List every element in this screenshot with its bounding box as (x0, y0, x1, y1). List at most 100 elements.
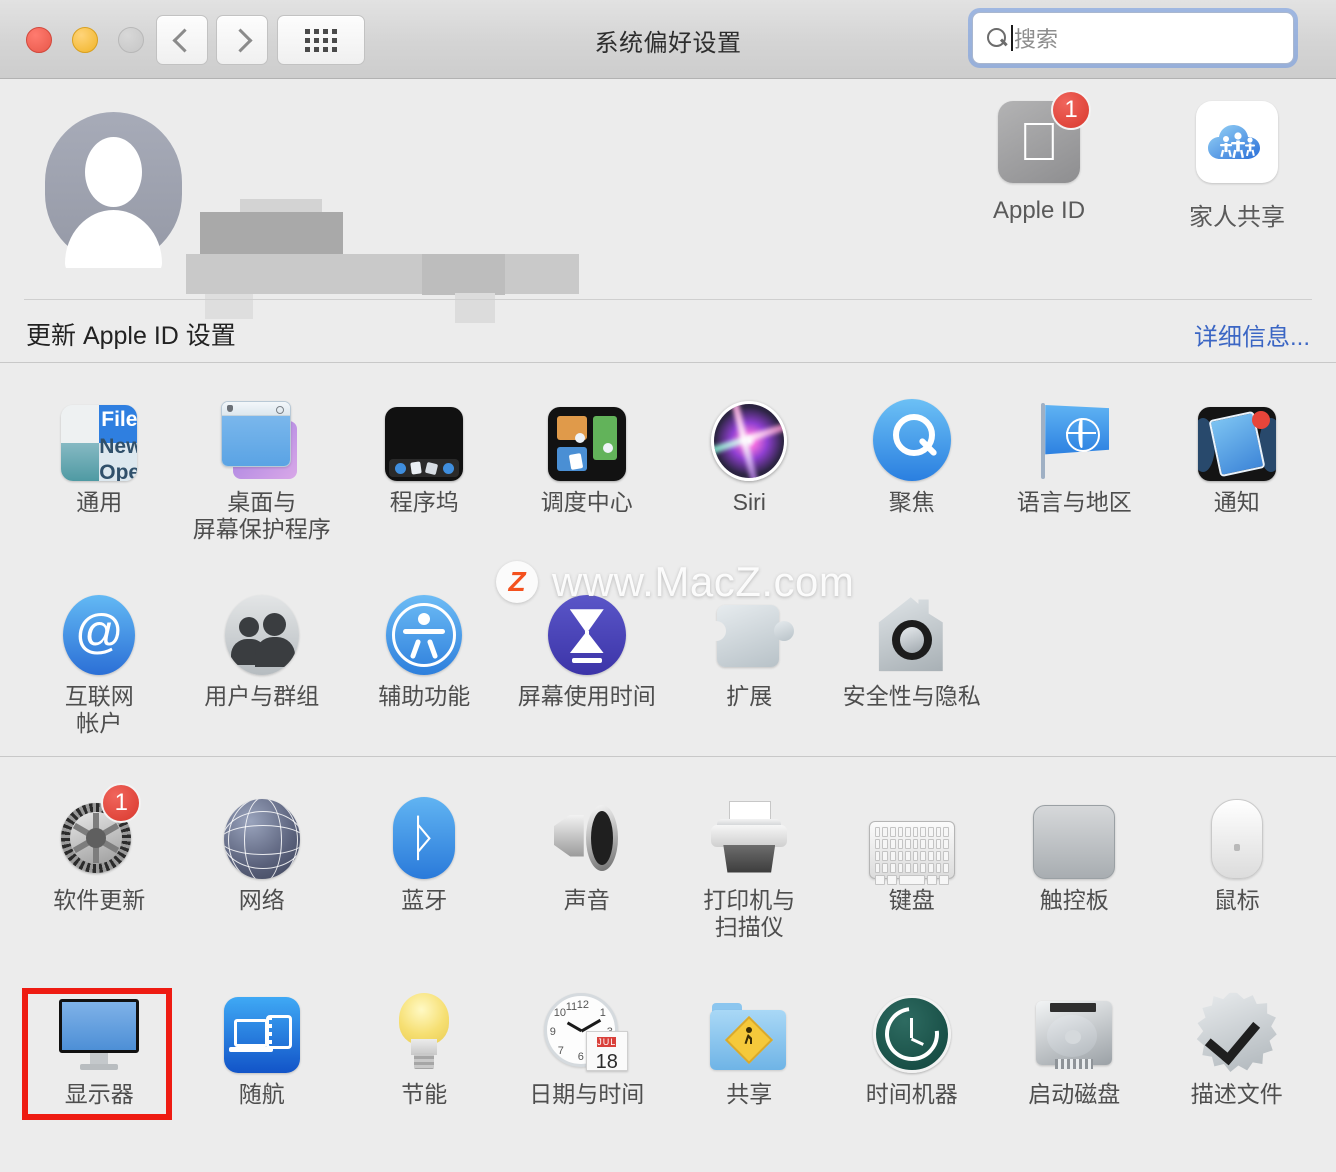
prefpane-extensions[interactable]: 扩展 (668, 579, 831, 737)
prefpane-label: 扩展 (726, 683, 773, 710)
prefpane-row: 显示器 随航 节能 12 1 6 7 9 10 11 JUL 18 日期与时间 … (18, 977, 1318, 1108)
general-icon: File New Ope (61, 405, 138, 481)
mission-control-icon (547, 407, 626, 481)
prefpane-label: 屏幕使用时间 (517, 683, 656, 710)
screen-time-icon (547, 595, 626, 676)
prefpane-dock[interactable]: 程序坞 (343, 385, 506, 543)
printers-scanners-icon (707, 799, 791, 879)
spotlight-icon (872, 399, 951, 481)
time-machine-icon (872, 994, 951, 1073)
prefpane-siri[interactable]: Siri (668, 385, 831, 543)
search-icon (987, 28, 1007, 48)
prefpane-label: 启动磁盘 (1028, 1080, 1121, 1107)
prefpane-label: 随航 (238, 1080, 285, 1107)
apple-id-tiles:  1 Apple ID (974, 90, 1302, 232)
prefpane-label: 显示器 (64, 1080, 134, 1107)
prefpane-label: 节能 (401, 1080, 448, 1107)
apple-id-panel:  1 Apple ID (0, 79, 1336, 362)
prefpane-label: 键盘 (888, 886, 935, 913)
prefpane-energy-saver[interactable]: 节能 (343, 977, 506, 1108)
prefpane-label: 通用 (76, 489, 123, 515)
general-icon-text-file: File (101, 408, 138, 431)
internet-accounts-icon: @ (63, 595, 136, 676)
extensions-puzzle-icon (706, 599, 795, 675)
title-bar: 系统偏好设置 搜索 (0, 0, 1336, 79)
prefpane-notifications[interactable]: 通知 (1156, 385, 1319, 543)
sidecar-icon (223, 996, 300, 1073)
apple-id-badge: 1 (1051, 90, 1091, 130)
prefpane-label: 聚焦 (888, 489, 935, 515)
prefpane-label: 打印机与 扫描仪 (703, 886, 796, 940)
details-link[interactable]: 详细信息... (1194, 317, 1310, 352)
prefpane-startup-disk[interactable]: 启动磁盘 (993, 977, 1156, 1108)
prefpane-label: 程序坞 (389, 489, 459, 515)
prefpane-row: File New Ope 通用 桌面与 屏幕保护程序 程序坞 调度中心 Siri… (18, 385, 1318, 543)
family-sharing-tile-label: 家人共享 (1189, 204, 1285, 231)
date-icon-day: 18 (595, 1050, 618, 1073)
prefpane-label: 蓝牙 (401, 886, 448, 913)
energy-saver-icon (395, 991, 453, 1073)
prefpane-label: 辅助功能 (378, 683, 471, 710)
prefpane-desktop-screensaver[interactable]: 桌面与 屏幕保护程序 (181, 385, 344, 543)
prefpane-bluetooth[interactable]: ᚦ 蓝牙 (343, 783, 506, 941)
sharing-icon (708, 1001, 790, 1073)
prefpane-printers-scanners[interactable]: 打印机与 扫描仪 (668, 783, 831, 941)
prefpane-sharing[interactable]: 共享 (668, 977, 831, 1108)
prefpane-displays[interactable]: 显示器 (18, 977, 181, 1108)
prefpane-label: 语言与地区 (1016, 489, 1132, 515)
prefpane-label: 桌面与 屏幕保护程序 (192, 489, 331, 543)
general-icon-text-open: Ope (99, 461, 138, 481)
preferences-group-personal: File New Ope 通用 桌面与 屏幕保护程序 程序坞 调度中心 Siri… (0, 363, 1336, 756)
prefpane-keyboard[interactable]: 键盘 (831, 783, 994, 941)
prefpane-language-region[interactable]: 语言与地区 (993, 385, 1156, 543)
prefpane-general[interactable]: File New Ope 通用 (18, 385, 181, 543)
prefpane-internet-accounts[interactable]: @ 互联网 帐户 (18, 579, 181, 737)
prefpane-trackpad[interactable]: 触控板 (993, 783, 1156, 941)
prefpane-label: 通知 (1213, 489, 1260, 515)
prefpane-time-machine[interactable]: 时间机器 (831, 977, 994, 1108)
prefpane-software-update[interactable]: 1 软件更新 (18, 782, 181, 941)
prefpane-empty-slot (993, 579, 1156, 737)
prefpane-users-groups[interactable]: 用户与群组 (181, 579, 344, 737)
prefpane-network[interactable]: 网络 (181, 783, 344, 941)
accessibility-icon (386, 595, 463, 676)
dock-icon (385, 407, 464, 481)
avatar-body (65, 210, 162, 268)
prefpane-mouse[interactable]: 鼠标 (1156, 783, 1319, 941)
prefpane-label: 安全性与隐私 (842, 683, 981, 710)
apple-id-tile[interactable]:  1 Apple ID (974, 90, 1104, 232)
date-time-icon: 12 1 3 5 6 7 9 10 11 JUL 18 (543, 992, 630, 1073)
prefpane-screen-time[interactable]: 屏幕使用时间 (506, 579, 669, 737)
sound-speaker-icon (546, 799, 628, 879)
apple-id-update-text: 更新 Apple ID 设置 (26, 322, 236, 350)
prefpane-sound[interactable]: 声音 (506, 783, 669, 941)
search-placeholder: 搜索 (1014, 27, 1059, 52)
prefpane-label: 触控板 (1039, 886, 1109, 913)
prefpane-label: 声音 (563, 886, 610, 913)
desktop-screensaver-icon (219, 399, 305, 481)
prefpane-security-privacy[interactable]: 安全性与隐私 (831, 579, 994, 737)
prefpane-label: 用户与群组 (204, 683, 320, 710)
notifications-icon (1197, 407, 1276, 481)
prefpane-sidecar[interactable]: 随航 (181, 977, 344, 1108)
prefpane-profiles[interactable]: 描述文件 (1156, 977, 1319, 1108)
search-field[interactable]: 搜索 (972, 12, 1294, 64)
prefpane-accessibility[interactable]: 辅助功能 (343, 579, 506, 737)
prefpane-label: 描述文件 (1190, 1080, 1283, 1107)
prefpane-mission-control[interactable]: 调度中心 (506, 385, 669, 543)
prefpane-label: 网络 (238, 886, 285, 913)
bluetooth-icon: ᚦ (393, 796, 456, 879)
prefpane-label: 软件更新 (53, 886, 146, 913)
prefpane-date-time[interactable]: 12 1 3 5 6 7 9 10 11 JUL 18 (506, 977, 669, 1108)
prefpane-empty-slot (1156, 579, 1319, 737)
family-sharing-tile[interactable]: 家人共享 (1172, 101, 1302, 232)
siri-icon (711, 401, 788, 481)
security-privacy-icon (873, 595, 951, 675)
prefpane-label: 日期与时间 (529, 1080, 645, 1107)
prefpane-spotlight[interactable]: 聚焦 (831, 385, 994, 543)
prefpane-label: Siri (732, 489, 766, 515)
network-globe-icon (223, 798, 300, 879)
date-icon-month: JUL (597, 1036, 617, 1047)
avatar[interactable] (45, 112, 182, 268)
trackpad-icon (1033, 804, 1116, 879)
